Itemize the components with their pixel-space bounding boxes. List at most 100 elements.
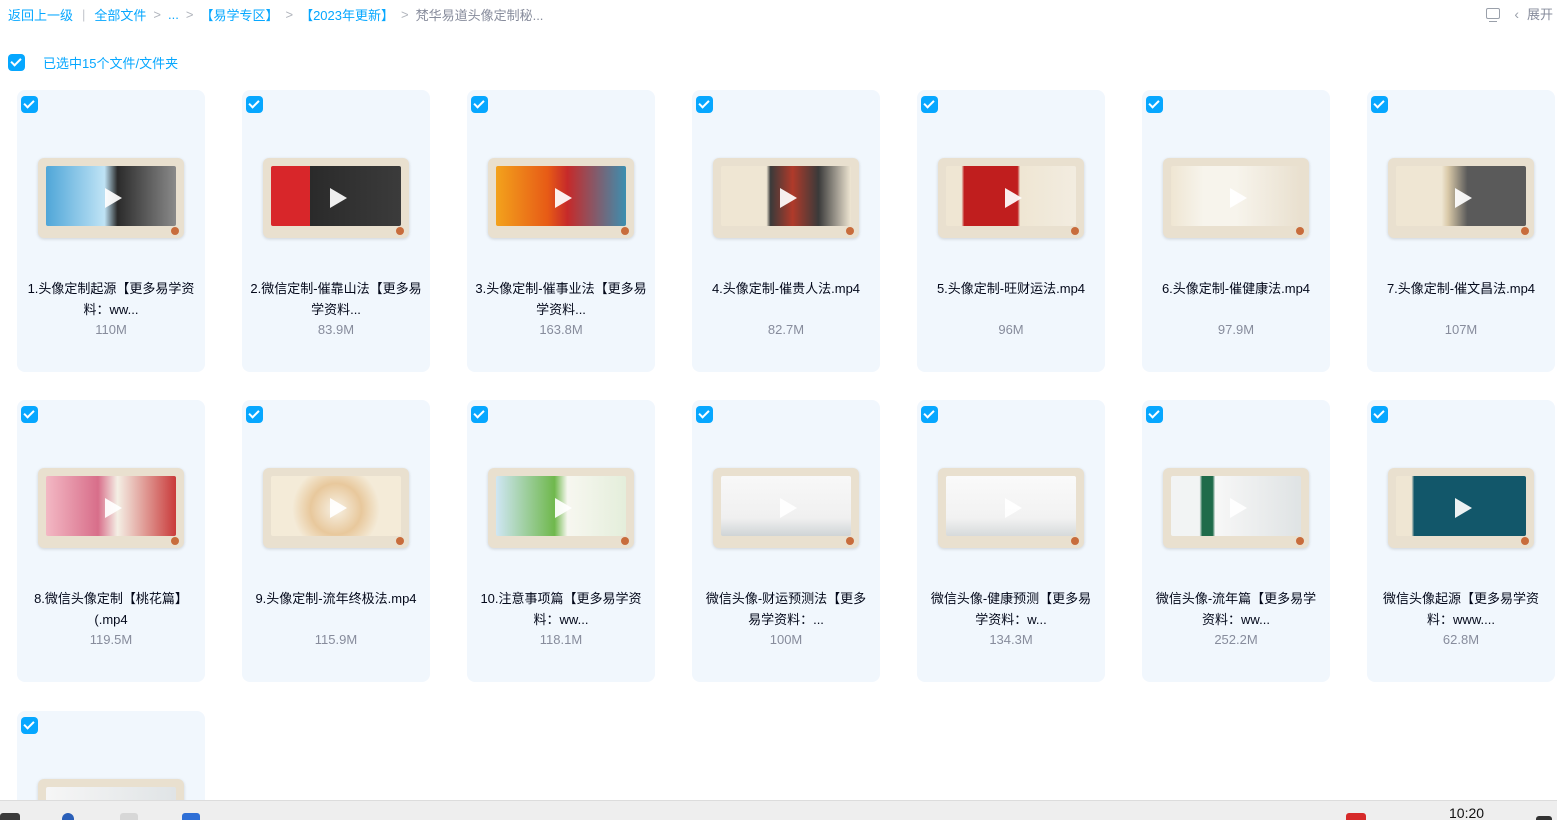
file-name[interactable]: 6.头像定制-催健康法.mp4 [1150,278,1322,299]
file-card[interactable]: 微信头像起源【更多易学资料：www.... 62.8M [1367,400,1555,682]
file-name[interactable]: 7.头像定制-催文昌法.mp4 [1375,278,1547,299]
chevron-right-icon: > [185,6,194,22]
breadcrumb-folder-yixue[interactable]: 【易学专区】 [200,5,278,24]
file-card[interactable]: 4.头像定制-催贵人法.mp4 82.7M [692,90,880,372]
breadcrumb-ellipsis[interactable]: ... [168,7,179,22]
file-card[interactable]: 7.头像定制-催文昌法.mp4 107M [1367,90,1555,372]
file-name[interactable]: 5.头像定制-旺财运法.mp4 [925,278,1097,299]
video-thumbnail[interactable] [938,468,1084,548]
video-thumbnail[interactable] [938,158,1084,238]
play-icon[interactable] [1230,498,1247,518]
video-thumbnail[interactable] [38,468,184,548]
play-icon[interactable] [780,188,797,208]
file-card[interactable]: 10.注意事项篇【更多易学资料：ww... 118.1M [467,400,655,682]
video-thumbnail[interactable] [1163,468,1309,548]
play-icon[interactable] [330,188,347,208]
play-icon[interactable] [1455,188,1472,208]
file-size: 100M [769,632,803,647]
file-checkbox[interactable] [471,96,488,113]
play-icon[interactable] [555,188,572,208]
breadcrumb-folder-2023[interactable]: 【2023年更新】 [300,5,394,24]
file-name[interactable]: 1.头像定制起源【更多易学资料：ww... [25,278,197,320]
file-name[interactable]: 微信头像-流年篇【更多易学资料：ww... [1150,588,1322,630]
file-checkbox[interactable] [246,406,263,423]
monitor-icon[interactable] [1486,8,1501,22]
file-explorer-icon[interactable] [120,813,138,820]
play-icon[interactable] [330,498,347,518]
file-name[interactable]: 微信头像起源【更多易学资料：www.... [1375,588,1547,630]
file-card[interactable]: 8.微信头像定制【桃花篇】(.mp4 119.5M [17,400,205,682]
seal-icon [396,227,404,235]
play-icon[interactable] [1230,188,1247,208]
file-card[interactable]: 微信头像-财运预测法【更多易学资料：... 100M [692,400,880,682]
file-checkbox[interactable] [471,406,488,423]
video-thumbnail[interactable] [263,158,409,238]
file-name[interactable]: 4.头像定制-催贵人法.mp4 [700,278,872,299]
file-checkbox[interactable] [21,717,38,734]
file-card[interactable]: 2.微信定制-催靠山法【更多易学资料... 83.9M [242,90,430,372]
expand-button[interactable]: ‹ 展开 [1514,4,1553,23]
play-icon[interactable] [105,188,122,208]
file-name[interactable]: 9.头像定制-流年终极法.mp4 [250,588,422,609]
taskbar: 10:20 [0,800,1557,820]
play-icon[interactable] [1005,498,1022,518]
file-checkbox[interactable] [246,96,263,113]
video-thumbnail[interactable] [38,158,184,238]
play-icon[interactable] [105,498,122,518]
file-card[interactable]: 5.头像定制-旺财运法.mp4 96M [917,90,1105,372]
breadcrumb-divider: | [82,6,86,22]
file-checkbox[interactable] [1371,96,1388,113]
file-card[interactable]: 3.头像定制-催事业法【更多易学资料... 163.8M [467,90,655,372]
video-thumbnail[interactable] [263,468,409,548]
file-name[interactable]: 2.微信定制-催靠山法【更多易学资料... [250,278,422,320]
file-card[interactable]: 6.头像定制-催健康法.mp4 97.9M [1142,90,1330,372]
file-card[interactable]: 微信头像-健康预测【更多易学资料：w... 134.3M [917,400,1105,682]
video-thumbnail[interactable] [1388,468,1534,548]
app-icon[interactable] [182,813,200,820]
file-size: 96M [998,322,1024,337]
search-icon[interactable] [62,813,74,820]
file-name[interactable]: 8.微信头像定制【桃花篇】(.mp4 [25,588,197,630]
seal-icon [846,227,854,235]
file-checkbox[interactable] [696,96,713,113]
file-checkbox[interactable] [696,406,713,423]
file-card[interactable]: 9.头像定制-流年终极法.mp4 115.9M [242,400,430,682]
video-thumbnail[interactable] [713,468,859,548]
select-all-bar: 已选中15个文件/文件夹 [8,53,178,72]
file-browser: 返回上一级 | 全部文件 > ... > 【易学专区】 > 【2023年更新】 … [0,0,1557,820]
file-name[interactable]: 3.头像定制-催事业法【更多易学资料... [475,278,647,320]
seal-icon [171,227,179,235]
seal-icon [621,227,629,235]
video-thumbnail[interactable] [488,468,634,548]
play-icon[interactable] [780,498,797,518]
file-checkbox[interactable] [921,96,938,113]
file-name[interactable]: 10.注意事项篇【更多易学资料：ww... [475,588,647,630]
file-card[interactable]: 1.头像定制起源【更多易学资料：ww... 110M [17,90,205,372]
file-name[interactable]: 微信头像-财运预测法【更多易学资料：... [700,588,872,630]
video-thumbnail[interactable] [1163,158,1309,238]
file-size: 252.2M [1214,632,1258,647]
file-checkbox[interactable] [1146,406,1163,423]
video-thumbnail[interactable] [488,158,634,238]
select-all-checkbox[interactable] [8,54,25,71]
start-icon[interactable] [0,813,20,820]
notification-icon[interactable] [1536,816,1552,820]
play-icon[interactable] [1005,188,1022,208]
tray-app-icon[interactable] [1346,813,1366,820]
file-checkbox[interactable] [921,406,938,423]
back-link[interactable]: 返回上一级 [8,5,73,24]
file-checkbox[interactable] [21,406,38,423]
video-thumbnail[interactable] [1388,158,1534,238]
all-files-link[interactable]: 全部文件 [94,5,146,24]
file-checkbox[interactable] [21,96,38,113]
file-card[interactable]: 微信头像-流年篇【更多易学资料：ww... 252.2M [1142,400,1330,682]
seal-icon [1296,227,1304,235]
file-size: 119.5M [89,632,133,647]
play-icon[interactable] [555,498,572,518]
seal-icon [1521,537,1529,545]
file-checkbox[interactable] [1146,96,1163,113]
file-name[interactable]: 微信头像-健康预测【更多易学资料：w... [925,588,1097,630]
play-icon[interactable] [1455,498,1472,518]
video-thumbnail[interactable] [713,158,859,238]
file-checkbox[interactable] [1371,406,1388,423]
